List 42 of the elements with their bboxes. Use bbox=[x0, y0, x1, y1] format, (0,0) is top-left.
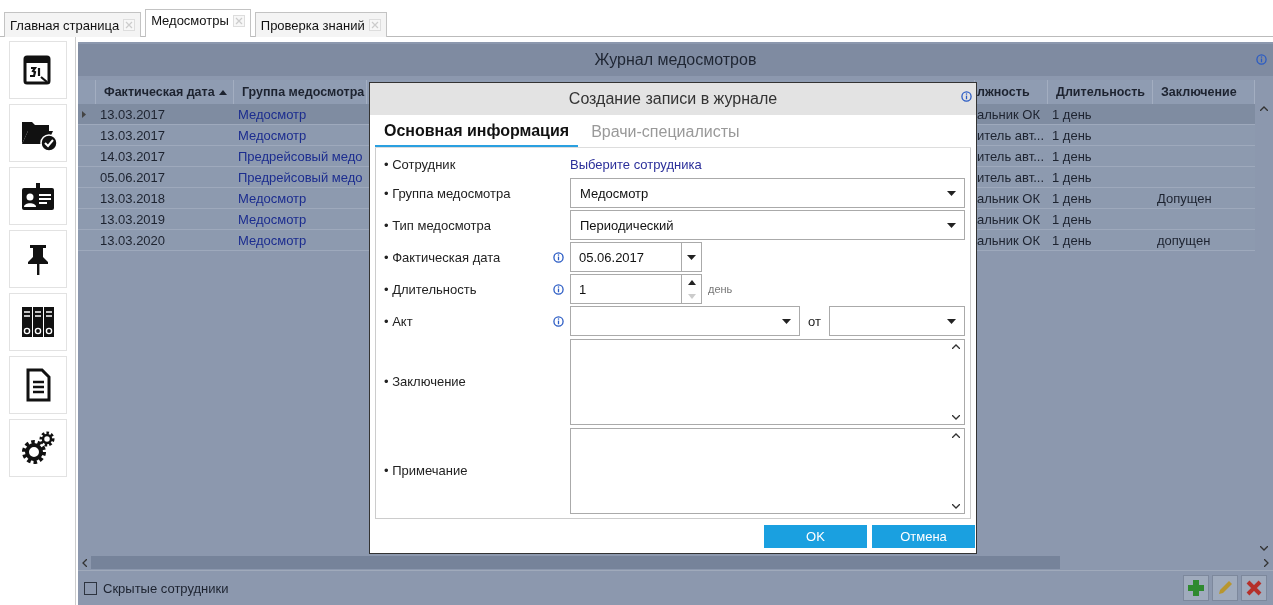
field-label: • Примечание bbox=[384, 463, 468, 478]
table-cell-text: Медосмотр bbox=[237, 126, 308, 145]
table-cell-text: 1 день bbox=[1051, 168, 1093, 187]
field-label: • Длительность bbox=[384, 281, 477, 297]
table-cell-text: итель авт... bbox=[976, 147, 1046, 166]
unit-label: день bbox=[708, 283, 733, 295]
table-cell-text: Медосмотр bbox=[237, 105, 308, 124]
table-cell-text: 1 день bbox=[1051, 105, 1093, 124]
table-cell-text: альник ОК bbox=[976, 210, 1041, 229]
field-label: • Сотрудник bbox=[384, 156, 456, 172]
table-cell-text: 13.03.2017 bbox=[99, 126, 167, 145]
table-cell-text: 14.03.2017 bbox=[99, 147, 167, 166]
table-cell-text: итель авт... bbox=[976, 168, 1046, 187]
table-cell-text: 13.03.2020 bbox=[99, 231, 167, 250]
table-cell-text: Предрейсовый медо bbox=[237, 147, 364, 166]
table-cell-text: 1 день bbox=[1051, 189, 1093, 208]
table-cell-text: Предрейсовый медо bbox=[237, 168, 364, 187]
dialog-title: Создание записи в журнале bbox=[568, 90, 778, 108]
table-cell-text: альник ОК bbox=[976, 231, 1041, 250]
table-cell-text: 1 день bbox=[1051, 126, 1093, 145]
table-cell-text: 13.03.2017 bbox=[99, 105, 167, 124]
date-joiner: от bbox=[808, 313, 821, 329]
table-cell-text: 1 день bbox=[1051, 231, 1093, 250]
table-cell-text: Медосмотр bbox=[237, 189, 308, 208]
table-cell-text: альник ОК bbox=[976, 189, 1041, 208]
table-cell-text: допущен bbox=[1156, 231, 1212, 250]
table-cell-text: итель авт... bbox=[976, 126, 1046, 145]
table-cell-text: 1 день bbox=[1051, 147, 1093, 166]
table-cell-text: 13.03.2019 bbox=[99, 210, 167, 229]
table-cell-text: Допущен bbox=[1156, 189, 1213, 208]
field-label: • Тип медосмотра bbox=[384, 217, 491, 233]
field-label: • Фактическая дата bbox=[384, 249, 501, 265]
table-cell-text: 1 день bbox=[1051, 210, 1093, 229]
table-cell-text: альник ОК bbox=[976, 105, 1041, 124]
table-cell-text: 13.03.2018 bbox=[99, 189, 167, 208]
table-cell-text: Медосмотр bbox=[237, 210, 308, 229]
field-label: • Группа медосмотра bbox=[384, 185, 511, 201]
table-cell-text: Медосмотр bbox=[237, 231, 308, 250]
panel-title: Журнал медосмотров bbox=[594, 51, 757, 69]
field-label: • Заключение bbox=[384, 374, 466, 389]
field-label: • Акт bbox=[384, 313, 413, 329]
table-cell-text: 05.06.2017 bbox=[99, 168, 167, 187]
